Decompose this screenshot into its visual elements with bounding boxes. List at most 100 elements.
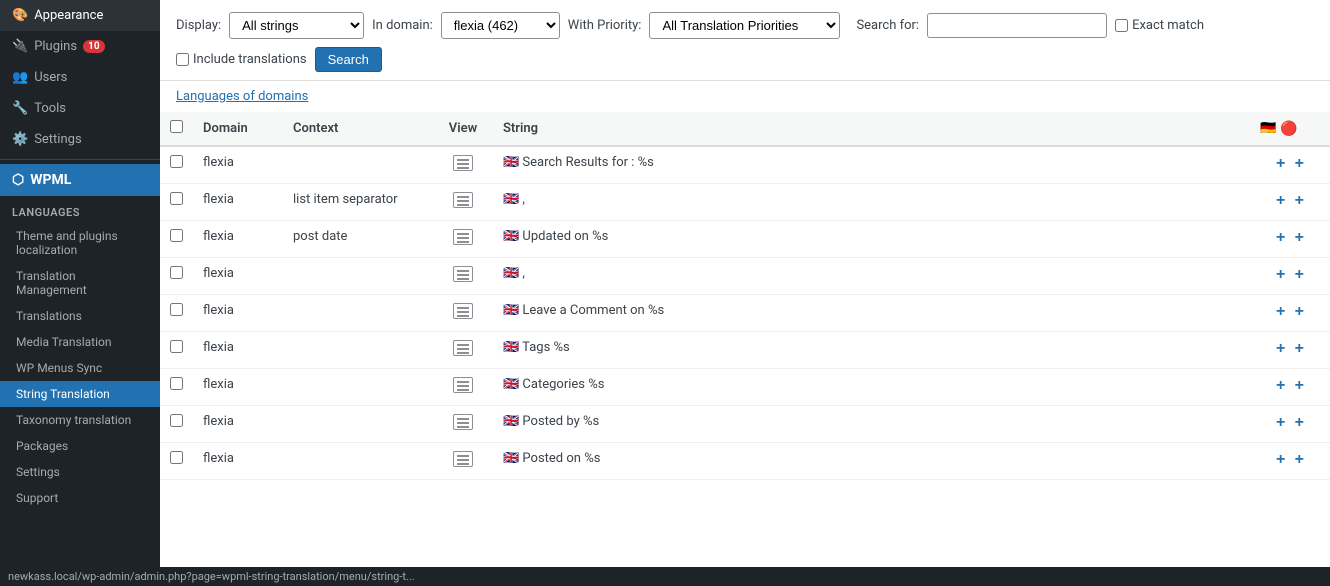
row-check — [160, 184, 193, 221]
include-translations-label[interactable]: Include translations — [176, 52, 307, 67]
sidebar-item-translation-management[interactable]: Translation Management — [0, 263, 160, 303]
domain-select[interactable]: flexia (462) — [441, 12, 560, 39]
sidebar-item-label: Tools — [34, 101, 66, 116]
th-flags: 🇩🇪 🔴 — [1250, 112, 1330, 146]
row-view — [433, 258, 493, 295]
row-check — [160, 369, 193, 406]
add-jp-button[interactable]: + — [1292, 340, 1307, 358]
view-icon[interactable] — [453, 229, 473, 245]
tools-icon: 🔧 — [12, 101, 28, 116]
sidebar-item-theme-plugins[interactable]: Theme and plugins localization — [0, 223, 160, 263]
priority-select[interactable]: All Translation PrioritiesHighMediumLow — [649, 12, 840, 39]
sidebar-item-wp-menus-sync[interactable]: WP Menus Sync — [0, 355, 160, 381]
sidebar-item-label: Appearance — [34, 8, 103, 23]
table-row: flexia 🇬🇧 , + + — [160, 258, 1330, 295]
add-de-button[interactable]: + — [1273, 414, 1288, 432]
row-domain: flexia — [193, 443, 283, 480]
row-domain: flexia — [193, 258, 283, 295]
status-url: newkass.local/wp-admin/admin.php?page=wp… — [8, 570, 415, 583]
sidebar-item-tools[interactable]: 🔧 Tools — [0, 93, 160, 124]
sidebar-item-settings[interactable]: ⚙️ Settings — [0, 124, 160, 155]
view-icon[interactable] — [453, 266, 473, 282]
add-jp-button[interactable]: + — [1292, 192, 1307, 210]
add-de-button[interactable]: + — [1273, 377, 1288, 395]
search-button[interactable]: Search — [315, 47, 382, 72]
domain-label: In domain: — [372, 18, 433, 33]
add-jp-button[interactable]: + — [1292, 155, 1307, 173]
table-body: flexia 🇬🇧 Search Results for : %s + + fl… — [160, 146, 1330, 480]
view-icon[interactable] — [453, 155, 473, 171]
row-string: 🇬🇧 , — [493, 184, 1250, 221]
row-string: 🇬🇧 Tags %s — [493, 332, 1250, 369]
add-de-button[interactable]: + — [1273, 340, 1288, 358]
add-de-button[interactable]: + — [1273, 451, 1288, 469]
add-jp-button[interactable]: + — [1292, 303, 1307, 321]
languages-of-domains-link[interactable]: Languages of domains — [160, 81, 1330, 112]
row-context — [283, 443, 433, 480]
sidebar-item-users[interactable]: 👥 Users — [0, 62, 160, 93]
add-jp-button[interactable]: + — [1292, 414, 1307, 432]
view-icon[interactable] — [453, 340, 473, 356]
sidebar-item-packages[interactable]: Packages — [0, 433, 160, 459]
appearance-icon: 🎨 — [12, 8, 28, 23]
row-domain: flexia — [193, 406, 283, 443]
sidebar-item-plugins[interactable]: 🔌 Plugins 10 — [0, 31, 160, 62]
sidebar-item-wpml-settings[interactable]: Settings — [0, 459, 160, 485]
search-input[interactable] — [927, 13, 1107, 38]
row-flags: + + — [1250, 369, 1330, 406]
row-check — [160, 332, 193, 369]
row-checkbox[interactable] — [170, 377, 183, 390]
row-flags: + + — [1250, 443, 1330, 480]
sidebar-item-label: Plugins — [34, 39, 77, 54]
flag-de-header: 🇩🇪 — [1260, 121, 1276, 136]
table-row: flexia list item separator 🇬🇧 , + + — [160, 184, 1330, 221]
wpml-header[interactable]: ⬡ WPML — [0, 164, 160, 196]
row-checkbox[interactable] — [170, 303, 183, 316]
row-checkbox[interactable] — [170, 340, 183, 353]
sidebar-item-string-translation[interactable]: String Translation — [0, 381, 160, 407]
view-icon[interactable] — [453, 414, 473, 430]
table-row: flexia 🇬🇧 Leave a Comment on %s + + — [160, 295, 1330, 332]
add-jp-button[interactable]: + — [1292, 451, 1307, 469]
sidebar-item-appearance[interactable]: 🎨 Appearance — [0, 0, 160, 31]
row-checkbox[interactable] — [170, 192, 183, 205]
add-de-button[interactable]: + — [1273, 303, 1288, 321]
add-jp-button[interactable]: + — [1292, 229, 1307, 247]
sidebar-item-taxonomy-translation[interactable]: Taxonomy translation — [0, 407, 160, 433]
select-all-checkbox[interactable] — [170, 120, 183, 133]
row-flags: + + — [1250, 332, 1330, 369]
add-de-button[interactable]: + — [1273, 155, 1288, 173]
row-checkbox[interactable] — [170, 155, 183, 168]
row-check — [160, 443, 193, 480]
search-label: Search for: — [856, 18, 919, 33]
row-string: 🇬🇧 , — [493, 258, 1250, 295]
view-icon[interactable] — [453, 192, 473, 208]
row-checkbox[interactable] — [170, 451, 183, 464]
filter-bar: Display: All stringsTranslatedUntranslat… — [160, 0, 1330, 81]
row-context — [283, 146, 433, 184]
exact-match-checkbox[interactable] — [1115, 19, 1128, 32]
include-translations-checkbox[interactable] — [176, 53, 189, 66]
add-de-button[interactable]: + — [1273, 266, 1288, 284]
row-checkbox[interactable] — [170, 266, 183, 279]
display-select[interactable]: All stringsTranslatedUntranslatedNeeds u… — [229, 12, 364, 39]
exact-match-label[interactable]: Exact match — [1115, 18, 1204, 33]
row-flags: + + — [1250, 406, 1330, 443]
add-jp-button[interactable]: + — [1292, 266, 1307, 284]
row-domain: flexia — [193, 184, 283, 221]
row-flags: + + — [1250, 146, 1330, 184]
flag-jp-header: 🔴 — [1280, 121, 1297, 137]
sidebar-item-media-translation[interactable]: Media Translation — [0, 329, 160, 355]
add-de-button[interactable]: + — [1273, 192, 1288, 210]
table-row: flexia 🇬🇧 Tags %s + + — [160, 332, 1330, 369]
view-icon[interactable] — [453, 377, 473, 393]
view-icon[interactable] — [453, 451, 473, 467]
sidebar-item-support[interactable]: Support — [0, 485, 160, 511]
add-jp-button[interactable]: + — [1292, 377, 1307, 395]
sidebar-item-translations[interactable]: Translations — [0, 303, 160, 329]
display-label: Display: — [176, 18, 221, 33]
add-de-button[interactable]: + — [1273, 229, 1288, 247]
row-checkbox[interactable] — [170, 414, 183, 427]
row-checkbox[interactable] — [170, 229, 183, 242]
view-icon[interactable] — [453, 303, 473, 319]
